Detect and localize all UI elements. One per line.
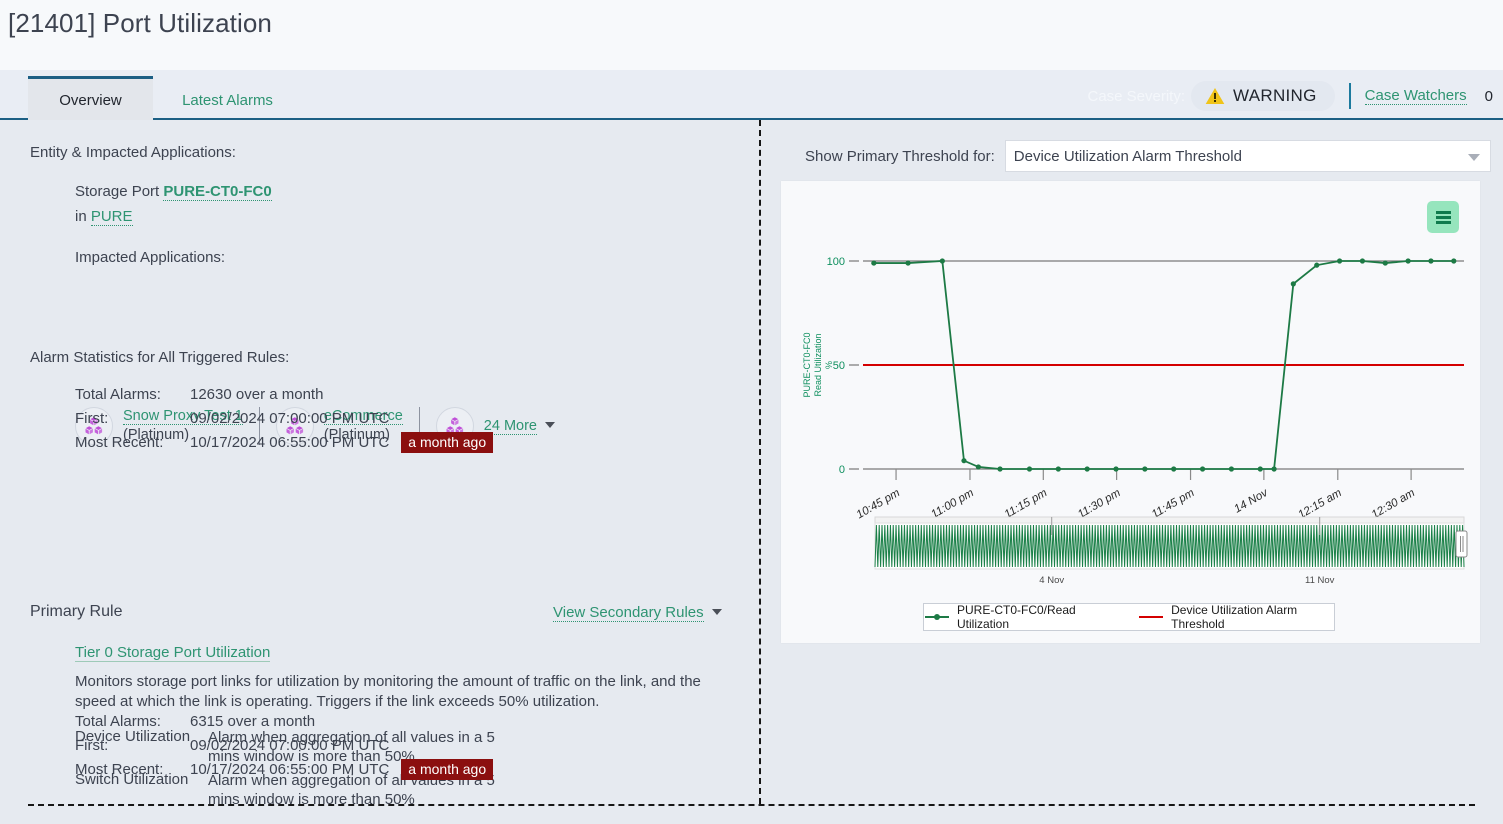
svg-text:4 Nov: 4 Nov <box>1039 575 1064 586</box>
stat-value: 10/17/2024 06:55:00 PM UTC <box>190 433 390 451</box>
svg-text:%: % <box>824 361 834 369</box>
svg-text:50: 50 <box>833 360 845 372</box>
chart-legend: PURE-CT0-FC0/Read Utilization Device Uti… <box>923 603 1335 631</box>
impacted-apps-title: Impacted Applications: <box>75 249 226 266</box>
svg-text:0: 0 <box>839 464 845 476</box>
line-marker-swatch-icon <box>925 614 949 620</box>
legend-item-threshold[interactable]: Device Utilization Alarm Threshold <box>1138 603 1334 631</box>
svg-text:11:30 pm: 11:30 pm <box>1076 487 1123 521</box>
case-severity-cluster: Case Severity: WARNING Case Watchers 0 <box>1087 76 1493 116</box>
svg-text:12:30 am: 12:30 am <box>1370 487 1418 522</box>
svg-text:11:00 pm: 11:00 pm <box>929 487 976 521</box>
chart-card: 0 50 100 PURE-CT0-FC0 Read Utilization% 10:45… <box>781 181 1480 643</box>
threshold-selected-value: Device Utilization Alarm Threshold <box>1013 147 1242 165</box>
line-swatch-icon <box>1139 616 1164 618</box>
chevron-down-icon[interactable] <box>1467 154 1480 161</box>
stat-value: 12630 over a month <box>190 385 324 403</box>
svg-text:11 Nov: 11 Nov <box>1305 575 1335 586</box>
stat-key: First: <box>75 409 109 427</box>
entity-prefix: Storage Port <box>75 183 164 200</box>
legend-label: PURE-CT0-FC0/Read Utilization <box>957 603 1076 631</box>
svg-text:14 Nov: 14 Nov <box>1232 486 1271 515</box>
stat-value: 10/17/2024 06:55:00 PM UTC <box>190 760 390 778</box>
table-row: Most Recent: 10/17/2024 06:55:00 PM UTC … <box>75 757 494 781</box>
entity-parent-link[interactable]: PURE <box>90 208 133 226</box>
rule-name[interactable]: Tier 0 Storage Port Utilization <box>75 644 271 662</box>
right-panel: Show Primary Threshold for: Device Utili… <box>759 120 1503 824</box>
vertical-divider <box>1348 83 1351 109</box>
table-row: First: 09/02/2024 07:00:00 PM UTC <box>75 733 493 757</box>
legend-item-series[interactable]: PURE-CT0-FC0/Read Utilization <box>924 603 1112 631</box>
entity-parent-line: in PURE <box>75 208 133 226</box>
left-panel: Entity & Impacted Applications: Storage … <box>0 120 759 824</box>
svg-text:Read Utilization: Read Utilization <box>813 333 823 396</box>
stat-value: 09/02/2024 07:00:00 PM UTC <box>190 409 390 427</box>
stat-key: Most Recent: <box>75 760 164 778</box>
stat-key: Total Alarms: <box>75 385 161 403</box>
svg-text:10:45 pm: 10:45 pm <box>855 487 903 522</box>
threshold-label: Show Primary Threshold for: <box>805 147 995 165</box>
svg-text:100: 100 <box>827 256 845 268</box>
utilization-chart[interactable]: 0 50 100 PURE-CT0-FC0 Read Utilization % 10:45… <box>781 181 1480 643</box>
svg-text:11:45 pm: 11:45 pm <box>1150 487 1197 521</box>
view-secondary-rules-link[interactable]: View Secondary Rules <box>553 604 704 622</box>
view-secondary-rules[interactable]: View Secondary Rules <box>553 604 722 622</box>
chevron-down-icon[interactable] <box>545 421 555 428</box>
status-badge: a month ago <box>401 758 494 780</box>
rule-description: Monitors storage port links for utilizat… <box>75 673 701 710</box>
table-row: First: 09/02/2024 07:00:00 PM UTC <box>75 406 493 430</box>
alarm-stats-table: Total Alarms: 12630 over a month First: … <box>75 382 494 454</box>
table-row: Most Recent: 10/17/2024 06:55:00 PM UTC … <box>75 430 494 454</box>
table-row: Total Alarms: 12630 over a month <box>75 382 493 406</box>
entity-in-prefix: in <box>75 208 91 225</box>
stat-key: Total Alarms: <box>75 712 161 730</box>
tab-latest-alarms[interactable]: Latest Alarms <box>160 76 295 120</box>
threshold-selector-row: Show Primary Threshold for: Device Utili… <box>805 140 1491 172</box>
entity-name-link[interactable]: PURE-CT0-FC0 <box>163 183 272 201</box>
entity-line: Storage Port PURE-CT0-FC0 <box>75 183 272 201</box>
case-watchers-count: 0 <box>1484 87 1493 105</box>
case-watchers-link[interactable]: Case Watchers <box>1364 87 1467 105</box>
status-badge: WARNING <box>1191 81 1335 111</box>
more-apps-label: 24 More <box>483 417 555 436</box>
tab-overview[interactable]: Overview <box>28 76 153 120</box>
primary-rule-title: Primary Rule <box>30 603 123 620</box>
threshold-select[interactable]: Device Utilization Alarm Threshold <box>1004 140 1491 172</box>
table-row: Total Alarms: 6315 over a month <box>75 709 493 733</box>
svg-text:12:15 am: 12:15 am <box>1296 487 1344 522</box>
case-severity-label: Case Severity: <box>1087 87 1186 105</box>
svg-text:11:15 pm: 11:15 pm <box>1003 487 1050 521</box>
warning-triangle-icon <box>1205 88 1225 104</box>
status-badge: a month ago <box>401 431 494 453</box>
svg-text:PURE-CT0-FC0: PURE-CT0-FC0 <box>802 332 812 397</box>
tab-bar: Overview Latest Alarms Case Severity: WA… <box>0 70 1503 120</box>
legend-label: Device Utilization Alarm Threshold <box>1171 603 1298 631</box>
case-severity-value: WARNING <box>1233 86 1317 105</box>
entity-section-title: Entity & Impacted Applications: <box>30 144 236 161</box>
alarm-stats-title: Alarm Statistics for All Triggered Rules… <box>30 349 290 366</box>
stat-value: 09/02/2024 07:00:00 PM UTC <box>190 736 390 754</box>
stat-value: 6315 over a month <box>190 712 316 730</box>
chevron-down-icon[interactable] <box>711 609 722 615</box>
stat-key: Most Recent: <box>75 433 164 451</box>
rule-stats-table: Total Alarms: 6315 over a month First: 0… <box>75 709 494 781</box>
rule-name-link[interactable]: Tier 0 Storage Port Utilization <box>75 644 271 662</box>
stat-key: First: <box>75 736 109 754</box>
main-content: Entity & Impacted Applications: Storage … <box>0 120 1503 824</box>
page-title: [21401] Port Utilization <box>8 8 272 38</box>
